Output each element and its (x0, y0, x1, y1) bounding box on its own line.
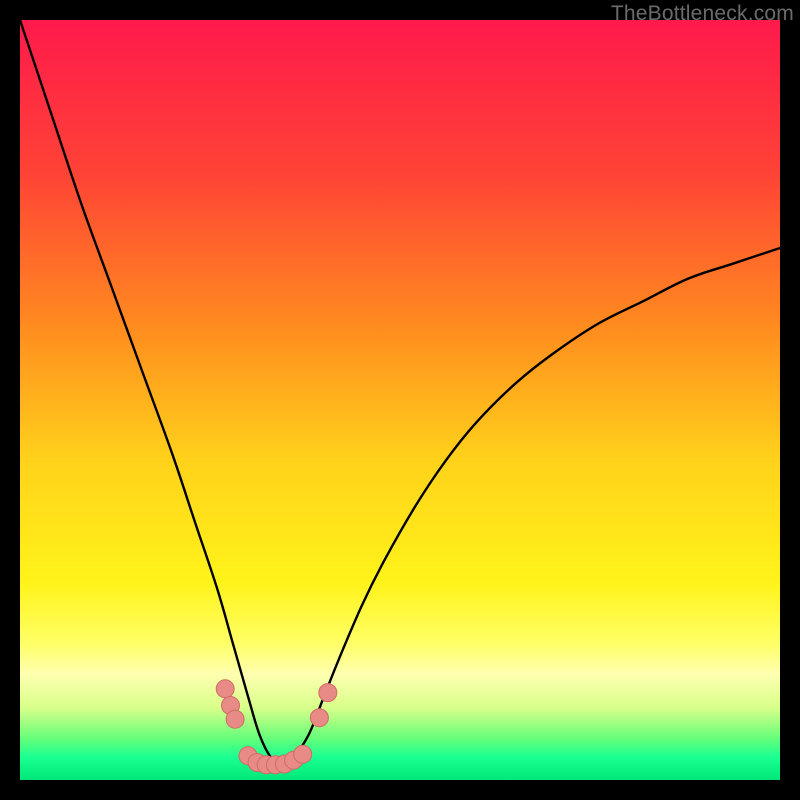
curve-marker (216, 680, 234, 698)
curve-marker (294, 745, 312, 763)
curve-marker (310, 709, 328, 727)
gradient-background (20, 20, 780, 780)
bottleneck-chart (20, 20, 780, 780)
watermark-text: TheBottleneck.com (611, 2, 794, 26)
chart-frame (20, 20, 780, 780)
curve-marker (226, 710, 244, 728)
curve-marker (319, 684, 337, 702)
